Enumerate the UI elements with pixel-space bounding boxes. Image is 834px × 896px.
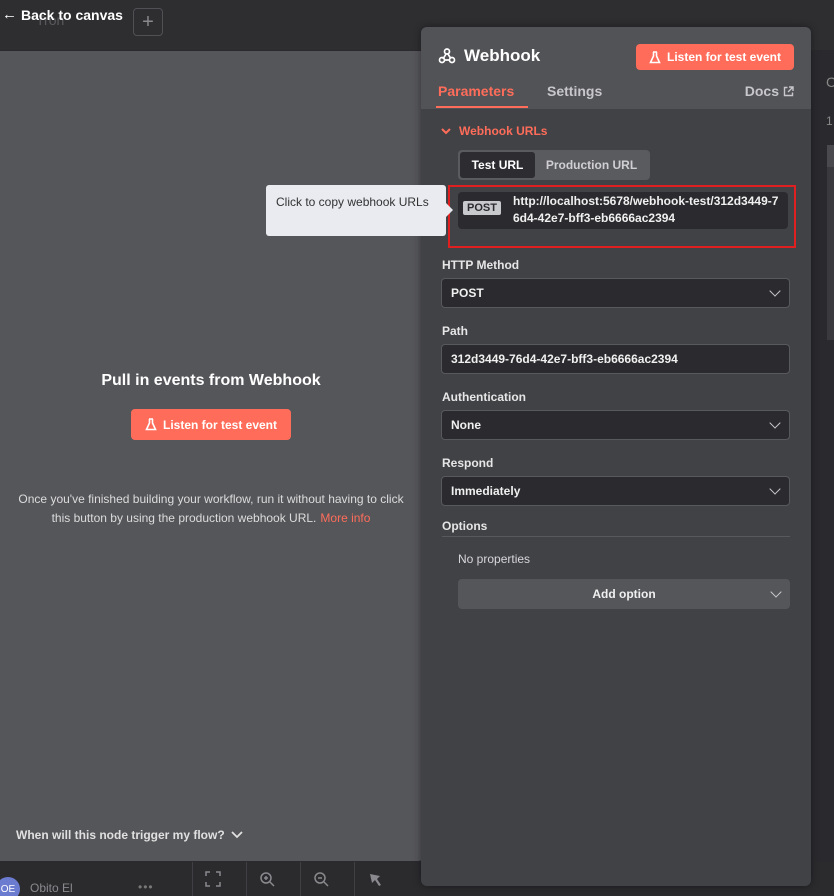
chevron-down-icon: [770, 586, 782, 598]
fit-view-button[interactable]: [192, 862, 232, 896]
node-title: Webhook: [438, 46, 540, 66]
options-divider: [442, 536, 790, 537]
listen-for-test-event-button[interactable]: Listen for test event: [131, 409, 291, 440]
zoom-in-icon: [259, 872, 275, 887]
webhook-url-text: http://localhost:5678/webhook-test/312d3…: [513, 194, 779, 225]
arrow-left-icon: ←: [2, 6, 17, 23]
copy-url-tooltip: Click to copy webhook URLs: [266, 185, 446, 236]
webhook-urls-label: Webhook URLs: [459, 124, 548, 138]
docs-label: Docs: [744, 83, 779, 99]
plus-icon: +: [142, 10, 154, 33]
active-tab-indicator: [436, 106, 528, 108]
chevron-down-icon: [769, 285, 781, 297]
test-url-option[interactable]: Test URL: [460, 152, 535, 178]
chevron-down-icon: [231, 831, 243, 839]
tooltip-arrow: [445, 202, 453, 218]
zoom-out-button[interactable]: [300, 862, 340, 896]
respond-value: Immediately: [451, 484, 521, 498]
tab-parameters[interactable]: Parameters: [438, 83, 514, 99]
path-value: 312d3449-76d4-42e7-bff3-eb6666ac2394: [451, 352, 678, 366]
add-option-label: Add option: [592, 587, 656, 601]
node-settings-panel: Webhook Listen for test event Parameters…: [421, 27, 811, 886]
background-partial-panel: [827, 145, 834, 340]
node-header: Webhook Listen for test event Parameters…: [421, 27, 811, 109]
user-name: Obito El: [30, 881, 73, 895]
flask-icon: [649, 50, 661, 63]
more-dots-icon[interactable]: •••: [138, 880, 154, 894]
trigger-question: When will this node trigger my flow?: [16, 828, 225, 842]
options-label: Options: [442, 519, 488, 533]
webhook-url-copy-box[interactable]: POST http://localhost:5678/webhook-test/…: [458, 192, 788, 229]
listen-button-label: Listen for test event: [162, 417, 278, 432]
authentication-select[interactable]: None: [441, 410, 790, 440]
back-to-canvas-link[interactable]: ← Back to canvas: [2, 6, 123, 23]
webhook-icon: [438, 48, 456, 64]
path-input[interactable]: 312d3449-76d4-42e7-bff3-eb6666ac2394: [441, 344, 790, 374]
fit-view-icon: [204, 871, 221, 887]
more-info-link[interactable]: More info: [320, 511, 370, 525]
add-option-button[interactable]: Add option: [458, 579, 790, 609]
method-badge: POST: [463, 201, 501, 215]
zoom-in-button[interactable]: [246, 862, 286, 896]
authentication-label: Authentication: [442, 390, 526, 404]
tidy-up-button[interactable]: [354, 862, 394, 896]
back-to-canvas-label: Back to canvas: [21, 6, 123, 23]
no-properties-text: No properties: [458, 552, 531, 566]
node-title-text: Webhook: [464, 46, 541, 65]
header-listen-button[interactable]: Listen for test event: [636, 44, 794, 70]
path-label: Path: [442, 324, 469, 338]
tidy-up-icon: [369, 874, 381, 886]
node-tabs: Parameters Settings Docs: [421, 83, 811, 110]
url-type-switch: Test URL Production URL: [458, 150, 650, 180]
http-method-value: POST: [451, 286, 484, 300]
production-url-option[interactable]: Production URL: [535, 152, 648, 178]
http-method-select[interactable]: POST: [441, 278, 790, 308]
authentication-value: None: [451, 418, 481, 432]
chevron-down-icon: [769, 417, 781, 429]
webhook-urls-toggle[interactable]: Webhook URLs: [441, 124, 547, 138]
external-link-icon: [783, 85, 794, 96]
zoom-out-icon: [313, 872, 329, 887]
trigger-info-toggle[interactable]: When will this node trigger my flow?: [16, 828, 243, 842]
http-method-label: HTTP Method: [442, 258, 520, 272]
input-panel-title: Pull in events from Webhook: [101, 372, 321, 389]
header-listen-label: Listen for test event: [666, 50, 782, 64]
docs-link[interactable]: Docs: [745, 83, 794, 99]
flask-icon: [145, 418, 157, 431]
input-panel: Pull in events from Webhook Listen for t…: [0, 51, 424, 861]
background-partial-number: 1: [826, 114, 833, 128]
background-partial-text: C: [826, 74, 834, 90]
tab-settings[interactable]: Settings: [547, 83, 602, 99]
production-url-info: Once you've finished building your workf…: [12, 490, 410, 528]
chevron-down-icon: [441, 127, 451, 134]
add-node-button[interactable]: +: [133, 8, 163, 36]
respond-select[interactable]: Immediately: [441, 476, 790, 506]
chevron-down-icon: [769, 483, 781, 495]
respond-label: Respond: [442, 456, 494, 470]
